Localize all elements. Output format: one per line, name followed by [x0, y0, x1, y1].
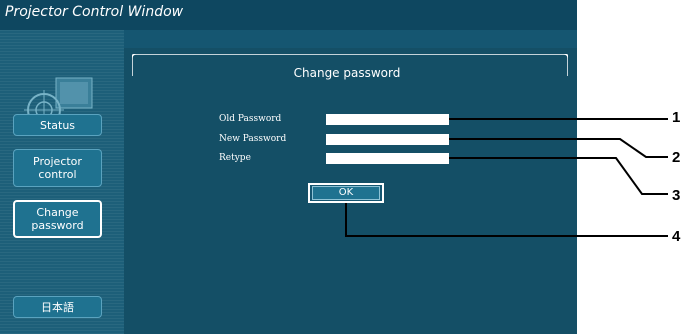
- callout-number-3: 3: [672, 187, 681, 204]
- sidebar-item-projector-control[interactable]: Projector control: [13, 149, 102, 187]
- sidebar-item-language[interactable]: 日本語: [13, 296, 102, 318]
- callout-number-1: 1: [672, 109, 681, 126]
- retype-input[interactable]: [326, 153, 449, 164]
- sidebar-item-label: Change password: [31, 206, 84, 232]
- page-title: Change password: [293, 66, 401, 80]
- new-password-label: New Password: [219, 134, 287, 144]
- callout-number-4: 4: [672, 228, 681, 245]
- window-title: Projector Control Window: [5, 4, 184, 20]
- sidebar-item-change-password[interactable]: Change password: [13, 200, 102, 238]
- sidebar-item-status[interactable]: Status: [13, 114, 102, 136]
- ok-button[interactable]: OK: [312, 186, 380, 200]
- sidebar-item-label: 日本語: [41, 300, 74, 314]
- new-password-input[interactable]: [326, 134, 449, 145]
- old-password-input[interactable]: [326, 114, 449, 125]
- old-password-label: Old Password: [219, 114, 282, 124]
- title-bar: Projector Control Window: [0, 0, 577, 30]
- projector-control-window: Projector Control Window Status Projecto…: [0, 0, 577, 334]
- sidebar-item-label: Status: [39, 118, 76, 132]
- sidebar-item-label: Projector control: [33, 155, 82, 181]
- callout-number-2: 2: [672, 149, 681, 166]
- retype-label: Retype: [219, 153, 251, 163]
